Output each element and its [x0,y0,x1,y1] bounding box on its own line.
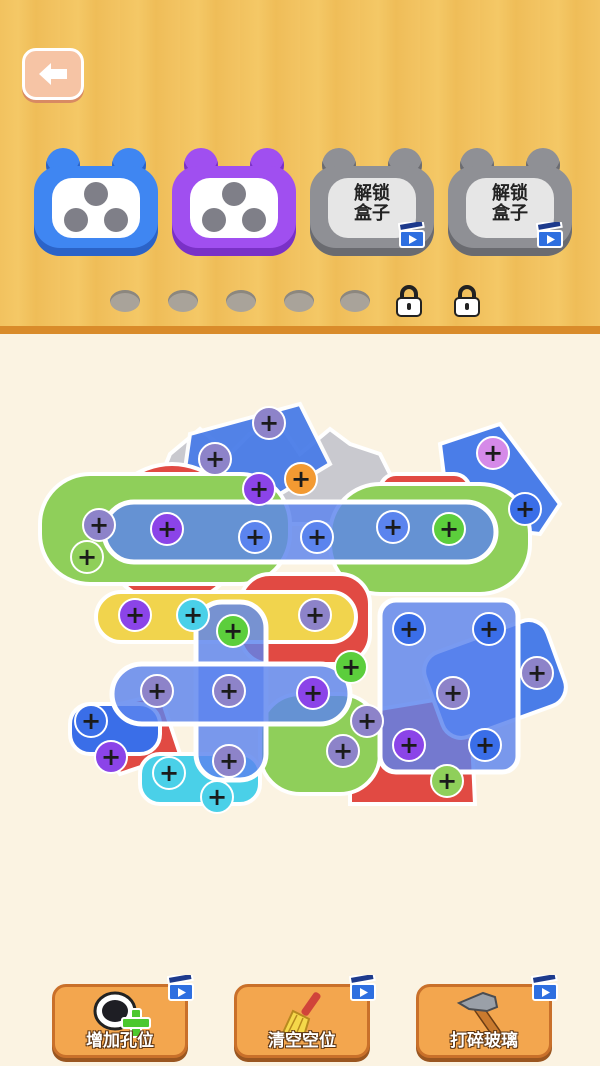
screw[interactable]: + [334,650,368,684]
video-clapper-icon [167,975,194,1001]
back-button[interactable] [22,48,84,100]
unlock-box-button[interactable]: 解锁 盒子 [448,148,572,256]
screw[interactable]: + [242,472,276,506]
screw[interactable]: + [430,764,464,798]
screw[interactable]: + [284,462,318,496]
screw[interactable]: + [476,436,510,470]
lock-icon[interactable] [392,284,426,318]
back-arrow-icon [39,63,67,85]
screw[interactable]: + [392,612,426,646]
empty-slot [340,290,370,312]
unlock-label-2: 盒子 [492,203,528,224]
screw[interactable]: + [326,734,360,768]
screw[interactable]: + [140,674,174,708]
screw[interactable]: + [298,598,332,632]
screw[interactable]: + [432,512,466,546]
screw[interactable]: + [296,676,330,710]
video-clapper-icon [536,222,563,248]
box-hole [84,182,108,206]
screw-box-blue [34,148,158,256]
empty-slot [226,290,256,312]
screw[interactable]: + [74,704,108,738]
unlock-label-1: 解锁 [354,183,390,204]
screw[interactable]: + [200,780,234,814]
screw[interactable]: + [350,704,384,738]
screw[interactable]: + [520,656,554,690]
screw-box-purple [172,148,296,256]
panel-edge [0,326,600,334]
screw[interactable]: + [70,540,104,574]
box-hole [104,208,128,232]
screw[interactable]: + [150,512,184,546]
unlock-label-2: 盒子 [354,203,390,224]
tool-label: 增加孔位 [86,1031,154,1051]
screw[interactable]: + [238,520,272,554]
add-hole-button[interactable]: 增加孔位 [52,975,194,1058]
empty-slot [284,290,314,312]
screw[interactable]: + [198,442,232,476]
box-hole [64,208,88,232]
screw[interactable]: + [300,520,334,554]
tool-label: 打碎玻璃 [450,1031,518,1051]
screw[interactable]: + [176,598,210,632]
box-hole [202,208,226,232]
tool-label: 清空空位 [268,1031,336,1051]
screw[interactable]: + [118,598,152,632]
screw[interactable]: + [472,612,506,646]
screw[interactable]: + [82,508,116,542]
break-glass-button[interactable]: 打碎玻璃 [416,975,558,1058]
unlock-label-1: 解锁 [492,183,528,204]
empty-slot [168,290,198,312]
screw[interactable]: + [152,756,186,790]
screw[interactable]: + [212,674,246,708]
screw[interactable]: + [376,510,410,544]
clear-slots-button[interactable]: 清空空位 [234,975,376,1058]
video-clapper-icon [349,975,376,1001]
puzzle-plates [38,401,568,806]
screw[interactable]: + [508,492,542,526]
video-clapper-icon [531,975,558,1001]
lock-icon[interactable] [450,284,484,318]
box-hole [222,182,246,206]
screw[interactable]: + [212,744,246,778]
empty-slot [110,290,140,312]
screw[interactable]: + [252,406,286,440]
screw[interactable]: + [468,728,502,762]
box-hole [242,208,266,232]
screw[interactable]: + [94,740,128,774]
screw[interactable]: + [392,728,426,762]
unlock-box-button[interactable]: 解锁 盒子 [310,148,434,256]
video-clapper-icon [398,222,425,248]
screw[interactable]: + [436,676,470,710]
screw[interactable]: + [216,614,250,648]
